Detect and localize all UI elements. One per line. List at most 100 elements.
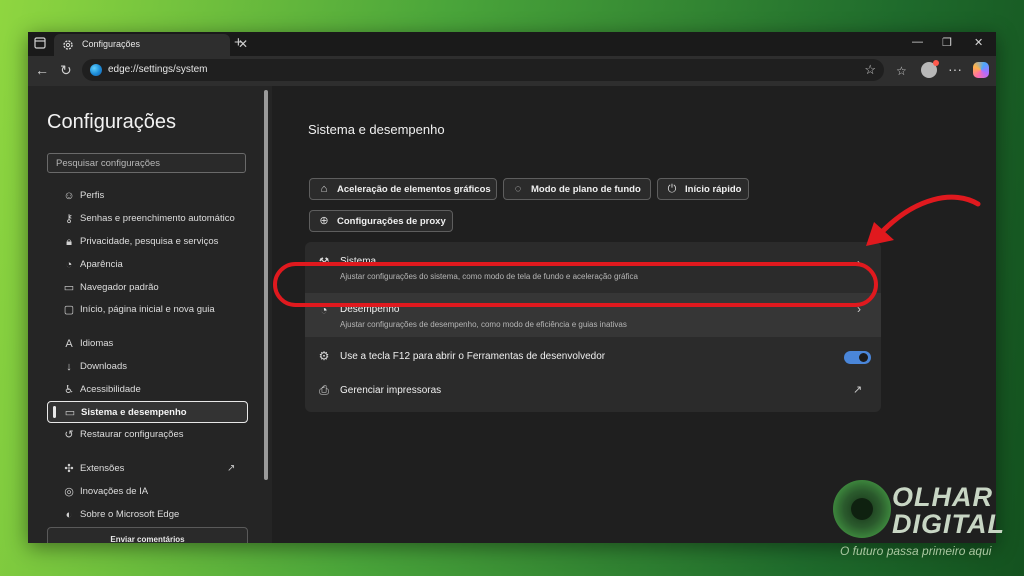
brand-tagline: O futuro passa primeiro aqui (840, 544, 992, 558)
back-arrow-icon[interactable]: ← (35, 62, 49, 78)
row-subtitle: Ajustar configurações de desempenho, com… (340, 320, 627, 329)
row-title: Use a tecla F12 para abrir o Ferramentas… (340, 351, 606, 362)
settings-card: ⚒ Sistema Ajustar configurações do siste… (305, 242, 881, 412)
sidebar-item-restaurar[interactable]: ↺ Restaurar configurações (47, 424, 248, 446)
ai-icon: ◎ (64, 486, 74, 498)
printer-icon: ⎙ (319, 383, 329, 397)
laptop-icon: ▭ (64, 407, 76, 419)
sidebar-item-label: Sobre o Microsoft Edge (80, 509, 180, 520)
sidebar-item-inovacoes-ia[interactable]: ◎ Inovações de IA (47, 481, 248, 503)
favorites-icon[interactable]: ☆ (896, 64, 907, 78)
page-title: Sistema e desempenho (308, 122, 445, 137)
sidebar-item-privacidade[interactable]: 🔒︎ Privacidade, pesquisa e serviços (47, 231, 248, 253)
row-title: Desempenho (340, 304, 400, 315)
sidebar-item-idiomas[interactable]: A Idiomas (47, 333, 248, 355)
chevron-right-icon: › (857, 302, 861, 316)
sidebar-item-label: Aparência (80, 259, 123, 270)
edge-icon: ◐ (65, 509, 73, 521)
row-sistema[interactable]: ⚒ Sistema Ajustar configurações do siste… (305, 242, 881, 290)
chip-label: Modo de plano de fundo (531, 184, 641, 195)
background-icon: ◌ (514, 183, 522, 195)
browser-window: Configurações ✕ + — ❐ ✕ ← ↻ edge://setti… (28, 32, 996, 543)
f12-toggle[interactable] (844, 351, 871, 364)
row-gerenciar-impressoras[interactable]: ⎙ Gerenciar impressoras ↗ (305, 374, 881, 406)
chip-startup-boost[interactable]: ⏻ Início rápido (657, 178, 749, 200)
favorite-star-icon[interactable]: ☆ (864, 62, 876, 78)
sidebar-item-label: Perfis (80, 190, 105, 201)
sidebar-item-label: Privacidade, pesquisa e serviços (80, 236, 219, 247)
settings-sidebar: Configurações ☺ Perfis ⚷ Senhas e preenc… (28, 86, 272, 543)
sidebar-item-sobre[interactable]: ◐ Sobre o Microsoft Edge (47, 504, 248, 526)
lock-icon: 🔒︎ (66, 236, 72, 248)
person-icon: ☺ (63, 190, 75, 202)
wrench-icon: ⚒ (318, 255, 330, 269)
feedback-label: Enviar comentários (110, 535, 185, 543)
row-f12-devtools: ⚙ Use a tecla F12 para abrir o Ferrament… (305, 340, 881, 372)
power-icon: ⏻ (667, 183, 677, 195)
external-link-icon: ↗ (227, 463, 236, 474)
row-title: Sistema (340, 256, 377, 267)
external-link-icon: ↗ (853, 384, 863, 396)
sidebar-item-downloads[interactable]: ↓ Downloads (47, 356, 248, 378)
minimize-icon[interactable]: — (912, 36, 923, 48)
tab-strip: Configurações ✕ + — ❐ ✕ (28, 32, 996, 56)
sidebar-item-aparencia[interactable]: ◔ Aparência (47, 254, 248, 276)
row-subtitle: Ajustar configurações do sistema, como m… (340, 272, 638, 281)
performance-icon: ◔ (320, 303, 328, 317)
chip-label: Configurações de proxy (337, 216, 446, 227)
chip-background-mode[interactable]: ◌ Modo de plano de fundo (503, 178, 651, 200)
puzzle-icon: ✣ (64, 463, 74, 475)
chip-label: Início rápido (685, 184, 742, 195)
sidebar-item-label: Senhas e preenchimento automático (80, 213, 235, 224)
brand-line-2: DIGITAL (892, 509, 1005, 539)
sidebar-item-label: Extensões (80, 463, 125, 474)
sidebar-item-label: Idiomas (80, 338, 114, 349)
reset-icon: ↺ (64, 429, 74, 441)
search-settings-input[interactable] (47, 153, 246, 173)
tab-actions-icon[interactable] (34, 37, 46, 49)
copilot-icon[interactable] (973, 62, 989, 78)
profile-avatar[interactable] (921, 60, 939, 78)
sidebar-item-inicio[interactable]: ▢ Início, página inicial e nova guia (47, 299, 248, 321)
language-icon: A (65, 338, 73, 350)
sidebar-item-label: Restaurar configurações (80, 429, 184, 440)
olhar-digital-logo-icon (833, 480, 891, 538)
key-icon: ⚷ (64, 213, 74, 225)
gear-icon (63, 40, 73, 50)
download-icon: ↓ (66, 361, 72, 373)
palette-icon: ◔ (65, 259, 73, 271)
refresh-icon[interactable]: ↻ (60, 62, 72, 79)
accessibility-icon: ♿︎ (64, 384, 74, 396)
edge-logo-icon (90, 64, 102, 76)
sidebar-item-extensoes[interactable]: ✣ Extensões ↗ (47, 458, 248, 480)
row-desempenho[interactable]: ◔ Desempenho Ajustar configurações de de… (305, 293, 881, 337)
sidebar-item-navegador-padrao[interactable]: ▭ Navegador padrão (47, 277, 248, 299)
row-title: Gerenciar impressoras (340, 385, 442, 396)
sidebar-item-label: Acessibilidade (80, 384, 141, 395)
chip-graphics-acceleration[interactable]: ⌂ Aceleração de elementos gráficos (309, 178, 497, 200)
chevron-right-icon: › (857, 256, 861, 270)
gpu-icon: ⌂ (320, 183, 328, 195)
brand-watermark: OLHAR DIGITAL O futuro passa primeiro aq… (828, 480, 1014, 566)
sidebar-item-label: Downloads (80, 361, 127, 372)
sidebar-item-label: Inovações de IA (80, 486, 149, 497)
sidebar-item-senhas[interactable]: ⚷ Senhas e preenchimento automático (47, 208, 248, 230)
send-feedback-button[interactable]: Enviar comentários (47, 527, 248, 543)
restore-icon[interactable]: ❐ (942, 36, 952, 49)
sidebar-scrollbar[interactable] (264, 90, 268, 480)
sidebar-item-sistema[interactable]: ▭ Sistema e desempenho (47, 401, 248, 423)
globe-icon: ⊕ (319, 215, 329, 227)
address-url[interactable]: edge://settings/system (108, 64, 208, 75)
brand-line-1: OLHAR (892, 482, 993, 512)
more-menu-icon[interactable]: ··· (948, 61, 962, 77)
sidebar-item-perfis[interactable]: ☺ Perfis (47, 185, 248, 207)
tab-settings[interactable]: Configurações ✕ (54, 34, 248, 56)
chip-proxy-settings[interactable]: ⊕ Configurações de proxy (309, 210, 453, 232)
address-bar[interactable]: edge://settings/system ☆ (82, 59, 884, 81)
address-bar-row: ← ↻ edge://settings/system ☆ ☆ ··· (28, 56, 996, 86)
chip-label: Aceleração de elementos gráficos (337, 184, 491, 195)
sidebar-item-label: Navegador padrão (80, 282, 159, 293)
new-tab-plus-icon[interactable]: + (234, 34, 243, 51)
sidebar-item-acessibilidade[interactable]: ♿︎ Acessibilidade (47, 379, 248, 401)
window-close-icon[interactable]: ✕ (974, 36, 983, 49)
